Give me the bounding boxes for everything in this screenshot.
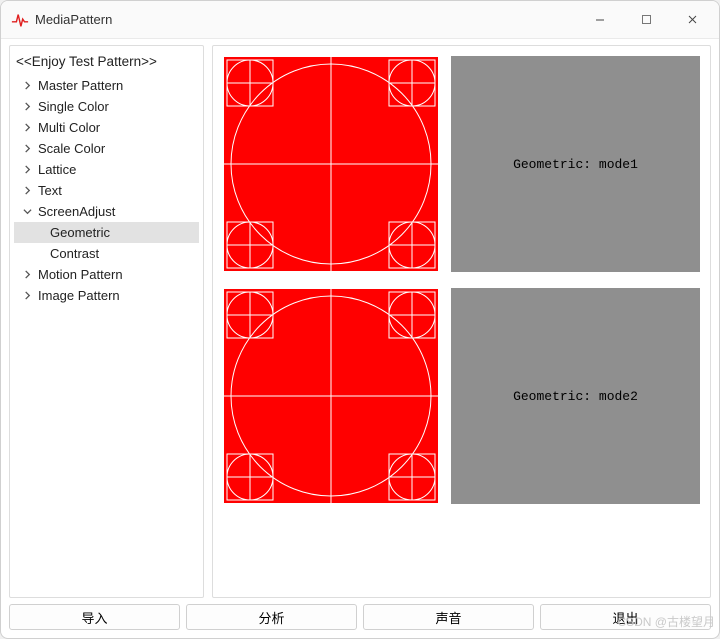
- tree-item-label: ScreenAdjust: [38, 204, 197, 219]
- maximize-button[interactable]: [623, 4, 669, 36]
- pattern-row: Geometric: mode1: [223, 56, 700, 272]
- chevron-right-icon: [20, 270, 34, 279]
- pattern-caption: Geometric: mode2: [513, 389, 638, 404]
- tree-item-label: Master Pattern: [38, 78, 197, 93]
- tree-item-master-pattern[interactable]: Master Pattern: [14, 75, 199, 96]
- tree-header: <<Enjoy Test Pattern>>: [16, 54, 197, 69]
- tree-item-screen-adjust[interactable]: ScreenAdjust: [14, 201, 199, 222]
- tree-child-label: Contrast: [50, 246, 99, 261]
- tree-item-label: Single Color: [38, 99, 197, 114]
- titlebar: MediaPattern: [1, 1, 719, 39]
- tree-item-label: Multi Color: [38, 120, 197, 135]
- tree-item-scale-color[interactable]: Scale Color: [14, 138, 199, 159]
- content-panel: Geometric: mode1: [212, 45, 711, 598]
- chevron-right-icon: [20, 165, 34, 174]
- minimize-button[interactable]: [577, 4, 623, 36]
- app-icon: [11, 11, 29, 29]
- tree-child-geometric[interactable]: Geometric: [14, 222, 199, 243]
- analyze-button[interactable]: 分析: [186, 604, 357, 630]
- chevron-right-icon: [20, 144, 34, 153]
- import-button[interactable]: 导入: [9, 604, 180, 630]
- pattern-caption: Geometric: mode1: [513, 157, 638, 172]
- tree-item-label: Lattice: [38, 162, 197, 177]
- sound-button[interactable]: 声音: [363, 604, 534, 630]
- pattern-description[interactable]: Geometric: mode2: [451, 288, 700, 504]
- tree-child-label: Geometric: [50, 225, 110, 240]
- tree-item-motion-pattern[interactable]: Motion Pattern: [14, 264, 199, 285]
- tree-item-label: Scale Color: [38, 141, 197, 156]
- chevron-down-icon: [20, 207, 34, 216]
- close-button[interactable]: [669, 4, 715, 36]
- chevron-right-icon: [20, 123, 34, 132]
- footer: 导入 分析 声音 退出: [1, 600, 719, 638]
- pattern-description[interactable]: Geometric: mode1: [451, 56, 700, 272]
- tree-item-text[interactable]: Text: [14, 180, 199, 201]
- chevron-right-icon: [20, 291, 34, 300]
- window-title: MediaPattern: [35, 12, 112, 27]
- tree-item-lattice[interactable]: Lattice: [14, 159, 199, 180]
- chevron-right-icon: [20, 81, 34, 90]
- pattern-thumbnail[interactable]: [223, 56, 439, 272]
- tree-item-multi-color[interactable]: Multi Color: [14, 117, 199, 138]
- pattern-row: Geometric: mode2: [223, 288, 700, 504]
- app-window: MediaPattern <<Enjoy Test Pattern>> Mast…: [0, 0, 720, 639]
- tree-child-contrast[interactable]: Contrast: [14, 243, 199, 264]
- chevron-right-icon: [20, 102, 34, 111]
- sidebar: <<Enjoy Test Pattern>> Master Pattern Si…: [9, 45, 204, 598]
- exit-button[interactable]: 退出: [540, 604, 711, 630]
- tree-item-label: Image Pattern: [38, 288, 197, 303]
- chevron-right-icon: [20, 186, 34, 195]
- pattern-thumbnail[interactable]: [223, 288, 439, 504]
- tree-item-label: Text: [38, 183, 197, 198]
- body: <<Enjoy Test Pattern>> Master Pattern Si…: [1, 39, 719, 600]
- tree-item-label: Motion Pattern: [38, 267, 197, 282]
- tree-item-single-color[interactable]: Single Color: [14, 96, 199, 117]
- tree-item-image-pattern[interactable]: Image Pattern: [14, 285, 199, 306]
